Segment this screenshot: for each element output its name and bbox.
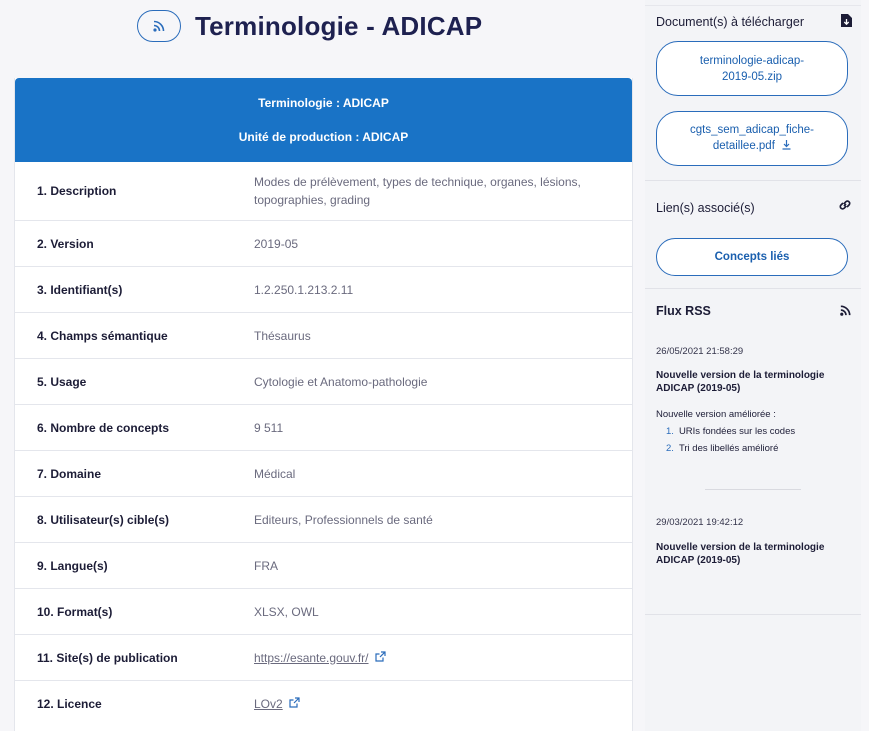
rss-item-title[interactable]: Nouvelle version de la terminologie ADIC…: [656, 541, 846, 567]
table-row: 4. Champs sémantique Thésaurus: [15, 313, 632, 359]
row-label: 8. Utilisateur(s) cible(s): [37, 512, 170, 527]
rss-item-title[interactable]: Nouvelle version de la terminologie ADIC…: [656, 369, 846, 395]
row-value: 1.2.250.1.213.2.11: [254, 282, 354, 297]
row-value: Modes de prélèvement, types de technique…: [254, 175, 581, 207]
download-zip-line1: terminologie-adicap-: [699, 54, 805, 67]
row-value: Thésaurus: [254, 328, 311, 343]
row-label: 12. Licence: [37, 697, 102, 711]
page-title: Terminologie - ADICAP: [195, 10, 483, 41]
row-value: FRA: [254, 558, 278, 573]
link-icon: [838, 198, 852, 217]
rss-icon[interactable]: [137, 10, 181, 42]
table-row: 12. Licence LOv2: [15, 681, 632, 727]
list-item-number: 1.: [666, 426, 674, 437]
row-value: https://esante.gouv.fr/: [234, 635, 632, 680]
list-item: 1. URIs fondées sur les codes: [656, 423, 851, 440]
rss-item-description: Nouvelle version améliorée : 1. URIs fond…: [656, 408, 851, 457]
table-row: 1. Description Modes de prélèvement, typ…: [15, 162, 632, 221]
table-row: 7. Domaine Médical: [15, 451, 632, 497]
row-label: 4. Champs sémantique: [37, 328, 168, 343]
table-header: Terminologie : ADICAP Unité de productio…: [15, 78, 632, 162]
row-label: 10. Format(s): [37, 604, 113, 619]
download-pdf-button[interactable]: cgts_sem_adicap_fiche-detaillee.pdf: [656, 111, 848, 166]
list-item-text: Tri des libellés amélioré: [678, 443, 779, 454]
rss-feed-title: Flux RSS: [656, 304, 711, 318]
list-item-text: URIs fondées sur les codes: [678, 426, 796, 437]
publication-site-link[interactable]: https://esante.gouv.fr/: [254, 649, 369, 667]
download-zip-button[interactable]: terminologie-adicap- 2019-05.zip: [656, 41, 848, 96]
table-header-unit: Unité de production : ADICAP: [238, 130, 409, 144]
rss-item-date: 29/03/2021 19:42:12: [656, 517, 744, 528]
licence-link[interactable]: LOv2: [254, 695, 283, 713]
download-file-icon: [841, 14, 852, 32]
divider: [705, 489, 801, 490]
download-pdf-line2: detaillee.pdf: [712, 140, 775, 152]
table-row: 6. Nombre de concepts 9 511: [15, 405, 632, 451]
sidebar: Document(s) à télécharger terminologie-a…: [645, 0, 861, 731]
table-row: 8. Utilisateur(s) cible(s) Editeurs, Pro…: [15, 497, 632, 543]
rss-icon[interactable]: [839, 304, 852, 322]
list-item-number: 2.: [666, 443, 674, 454]
row-label: 11. Site(s) de publication: [37, 650, 178, 665]
row-label: 5. Usage: [37, 374, 87, 389]
row-label: 9. Langue(s): [37, 558, 108, 573]
download-zip-line2: 2019-05.zip: [721, 70, 783, 83]
links-title: Lien(s) associé(s): [656, 201, 755, 215]
related-concepts-button[interactable]: Concepts liés: [656, 238, 848, 276]
external-link-icon[interactable]: [289, 695, 300, 713]
table-row: 3. Identifiant(s) 1.2.250.1.213.2.11: [15, 267, 632, 313]
rss-item-date: 26/05/2021 21:58:29: [656, 346, 744, 357]
table-row: 2. Version 2019-05: [15, 221, 632, 267]
external-link-icon[interactable]: [374, 649, 386, 667]
row-value: LOv2: [234, 681, 632, 727]
row-value: Cytologie et Anatomo-pathologie: [254, 374, 428, 389]
divider: [645, 5, 861, 6]
rss-item-list: 1. URIs fondées sur les codes 2. Tri des l…: [656, 423, 851, 457]
row-label: 6. Nombre de concepts: [37, 420, 170, 435]
list-item: 2. Tri des libellés amélioré: [656, 440, 851, 457]
table-row: 9. Langue(s) FRA: [15, 543, 632, 589]
row-value: 9 511: [254, 420, 284, 435]
table-header-terminology: Terminologie : ADICAP: [258, 96, 389, 110]
download-icon: [782, 139, 791, 155]
table-row: 11. Site(s) de publication https://esant…: [15, 635, 632, 681]
divider: [645, 614, 861, 615]
terminology-table: Terminologie : ADICAP Unité de productio…: [14, 78, 633, 731]
rss-item-desc-text: Nouvelle version améliorée :: [656, 409, 776, 420]
row-value: Médical: [254, 466, 296, 481]
row-label: 2. Version: [37, 236, 94, 251]
table-row: 5. Usage Cytologie et Anatomo-pathologie: [15, 359, 632, 405]
page-header: Terminologie - ADICAP: [137, 10, 482, 42]
download-pdf-line1: cgts_sem_adicap_fiche-: [689, 124, 814, 136]
table-row: 10. Format(s) XLSX, OWL: [15, 589, 632, 635]
divider: [645, 288, 861, 289]
row-label: 1. Description: [37, 184, 117, 198]
row-value: Editeurs, Professionnels de santé: [254, 512, 433, 527]
row-value: XLSX, OWL: [254, 604, 319, 619]
row-label: 3. Identifiant(s): [37, 282, 123, 297]
row-label: 7. Domaine: [37, 466, 102, 481]
row-value: 2019-05: [254, 236, 299, 251]
downloads-title: Document(s) à télécharger: [656, 15, 804, 29]
divider: [645, 180, 861, 181]
